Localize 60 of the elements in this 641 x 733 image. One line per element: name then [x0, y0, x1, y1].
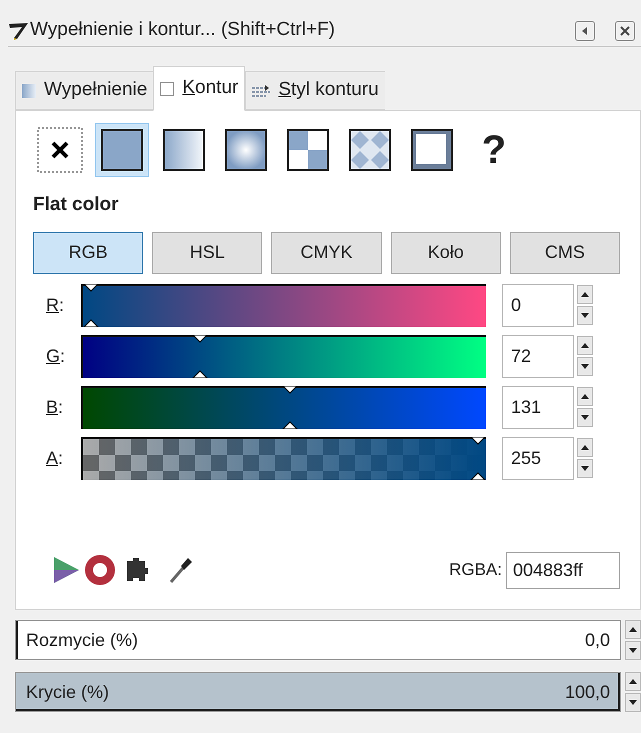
close-icon: [620, 26, 630, 36]
channel-label: A:: [45, 446, 64, 470]
mode-tab[interactable]: CMYK: [271, 232, 382, 274]
channel-label: B:: [45, 396, 64, 418]
color-slider[interactable]: [81, 334, 486, 378]
unknown-paint-button[interactable]: ?: [467, 123, 521, 177]
value-field[interactable]: 255: [502, 436, 574, 480]
color-slider[interactable]: [81, 436, 486, 480]
rgba-label: RGBA:: [449, 559, 502, 582]
spin-buttons[interactable]: [577, 336, 593, 376]
slider-thumb[interactable]: [470, 436, 486, 480]
channel-label: G:: [45, 344, 66, 368]
radial-swatch-icon: [225, 129, 267, 171]
channel-label: R:: [45, 294, 66, 316]
tab[interactable]: Styl konturu: [245, 71, 385, 110]
value-field[interactable]: 72: [502, 334, 574, 378]
tab[interactable]: Wypełnienie: [15, 71, 154, 110]
color-triangle-icon[interactable]: [51, 555, 81, 585]
pattern-swatch-icon: [287, 129, 329, 171]
slider-field[interactable]: Rozmycie (%) 0,0: [15, 620, 621, 660]
field-label: Krycie (%): [26, 680, 110, 704]
field-label: Rozmycie (%): [26, 628, 138, 652]
window-title: Wypełnienie i kontur... (Shift+Ctrl+F): [30, 18, 336, 42]
flat-paint-button[interactable]: [95, 123, 149, 177]
spin-buttons[interactable]: [625, 672, 641, 712]
mode-tab[interactable]: CMS: [510, 232, 620, 274]
swatch-swatch-icon: [349, 129, 391, 171]
color-slider[interactable]: [81, 284, 486, 326]
line-style-icon: [252, 84, 270, 98]
unset-swatch-icon: [411, 129, 453, 171]
slider-thumb[interactable]: [282, 386, 298, 428]
value-field[interactable]: 0: [502, 284, 574, 326]
flat-swatch-icon: [101, 129, 143, 171]
mode-tab[interactable]: HSL: [152, 232, 262, 274]
value-field[interactable]: 131: [502, 386, 574, 428]
mode-tab[interactable]: RGB: [33, 232, 144, 274]
tab[interactable]: Kontur: [153, 66, 246, 111]
spin-buttons[interactable]: [577, 438, 593, 478]
slider-thumb[interactable]: [192, 334, 208, 378]
pen-icon: [8, 22, 30, 40]
slider-thumb[interactable]: [83, 284, 99, 326]
dock-button[interactable]: [575, 20, 595, 40]
rgba-field[interactable]: 004883ff: [506, 552, 620, 588]
section-title: Flat color: [33, 193, 120, 217]
color-wheel-icon[interactable]: [85, 555, 115, 585]
spin-buttons[interactable]: [577, 285, 593, 325]
linear-swatch-icon: [163, 129, 205, 171]
spin-buttons[interactable]: [625, 620, 641, 660]
field-value: 100,0: [564, 680, 610, 704]
color-slider[interactable]: [81, 386, 486, 428]
slider-field[interactable]: Krycie (%) 100,0: [15, 672, 621, 712]
spin-buttons[interactable]: [577, 387, 593, 427]
square-outline-icon: [160, 82, 174, 96]
mode-tab[interactable]: Koło: [390, 232, 501, 274]
field-value: 0,0: [584, 628, 610, 652]
left-arrow-icon: [581, 26, 589, 34]
close-button[interactable]: [615, 20, 635, 40]
fill-swatch-icon: [22, 84, 36, 98]
eyedropper-icon[interactable]: [167, 555, 193, 585]
none-swatch-icon: [36, 126, 84, 174]
